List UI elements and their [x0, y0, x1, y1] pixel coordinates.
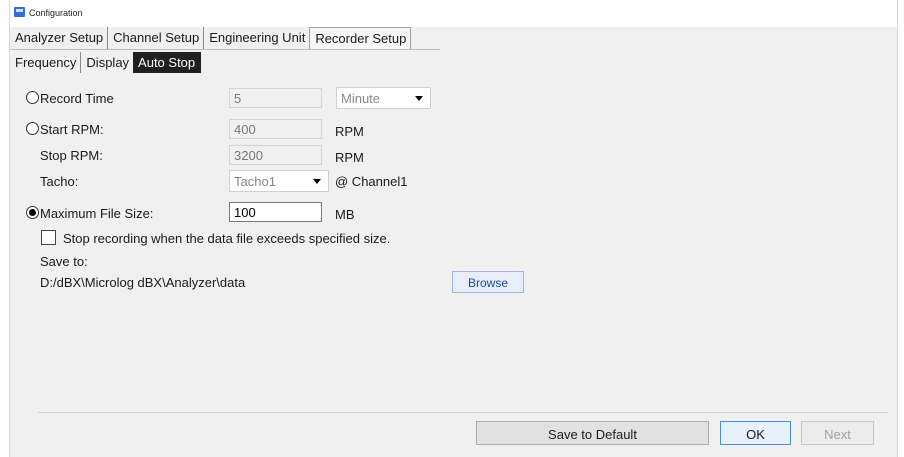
chevron-down-icon	[415, 96, 423, 101]
tab-display[interactable]: Display	[81, 52, 133, 73]
tab-frequency[interactable]: Frequency	[10, 52, 82, 73]
max-file-size-input[interactable]: 100	[229, 202, 322, 222]
ok-button[interactable]: OK	[720, 421, 791, 445]
tacho-label: Tacho:	[40, 174, 79, 189]
save-to-default-button[interactable]: Save to Default	[476, 421, 709, 445]
window-title: Configuration	[29, 8, 83, 18]
stop-rpm-input[interactable]: 3200	[229, 145, 322, 165]
max-file-size-label: Maximum File Size:	[40, 206, 154, 221]
max-file-size-unit: MB	[335, 207, 355, 222]
save-to-path: D:/dBX\Microlog dBX\Analyzer\data	[40, 275, 246, 290]
tab-analyzer-setup[interactable]: Analyzer Setup	[10, 27, 109, 49]
start-rpm-input[interactable]: 400	[229, 119, 322, 139]
next-button[interactable]: Next	[801, 421, 874, 445]
configuration-window: Configuration Analyzer Setup Channel Set…	[9, 0, 898, 457]
stop-rpm-label: Stop RPM:	[40, 148, 103, 163]
record-time-unit-select[interactable]: Minute	[336, 87, 431, 109]
app-icon	[14, 7, 25, 17]
tab-engineering-unit[interactable]: Engineering Unit	[204, 27, 309, 49]
title-bar: Configuration	[10, 0, 897, 27]
start-rpm-unit: RPM	[335, 124, 364, 139]
stop-recording-label: Stop recording when the data file exceed…	[63, 231, 391, 246]
tab-channel-setup[interactable]: Channel Setup	[108, 27, 205, 49]
start-rpm-radio[interactable]	[26, 122, 39, 135]
tacho-channel-label: @ Channel1	[335, 174, 408, 189]
record-time-radio[interactable]	[26, 91, 39, 104]
max-file-size-radio[interactable]	[26, 206, 39, 219]
main-tab-bar: Analyzer Setup Channel Setup Engineering…	[10, 27, 412, 50]
stop-rpm-unit: RPM	[335, 150, 364, 165]
browse-button[interactable]: Browse	[452, 271, 524, 293]
chevron-down-icon	[313, 179, 321, 184]
record-time-unit-value: Minute	[341, 91, 381, 106]
save-to-label: Save to:	[40, 254, 88, 269]
footer-separator	[38, 412, 888, 413]
record-time-input[interactable]: 5	[229, 88, 322, 108]
stop-recording-checkbox[interactable]	[41, 230, 56, 245]
tab-recorder-setup[interactable]: Recorder Setup	[309, 27, 412, 50]
tacho-select[interactable]: Tacho1	[229, 170, 329, 192]
tab-auto-stop[interactable]: Auto Stop	[133, 52, 202, 73]
start-rpm-label: Start RPM:	[40, 122, 104, 137]
sub-tab-bar: Frequency Display Auto Stop	[10, 52, 202, 74]
record-time-label: Record Time	[40, 91, 114, 106]
tab-divider	[10, 49, 440, 50]
tacho-select-value: Tacho1	[234, 174, 276, 189]
